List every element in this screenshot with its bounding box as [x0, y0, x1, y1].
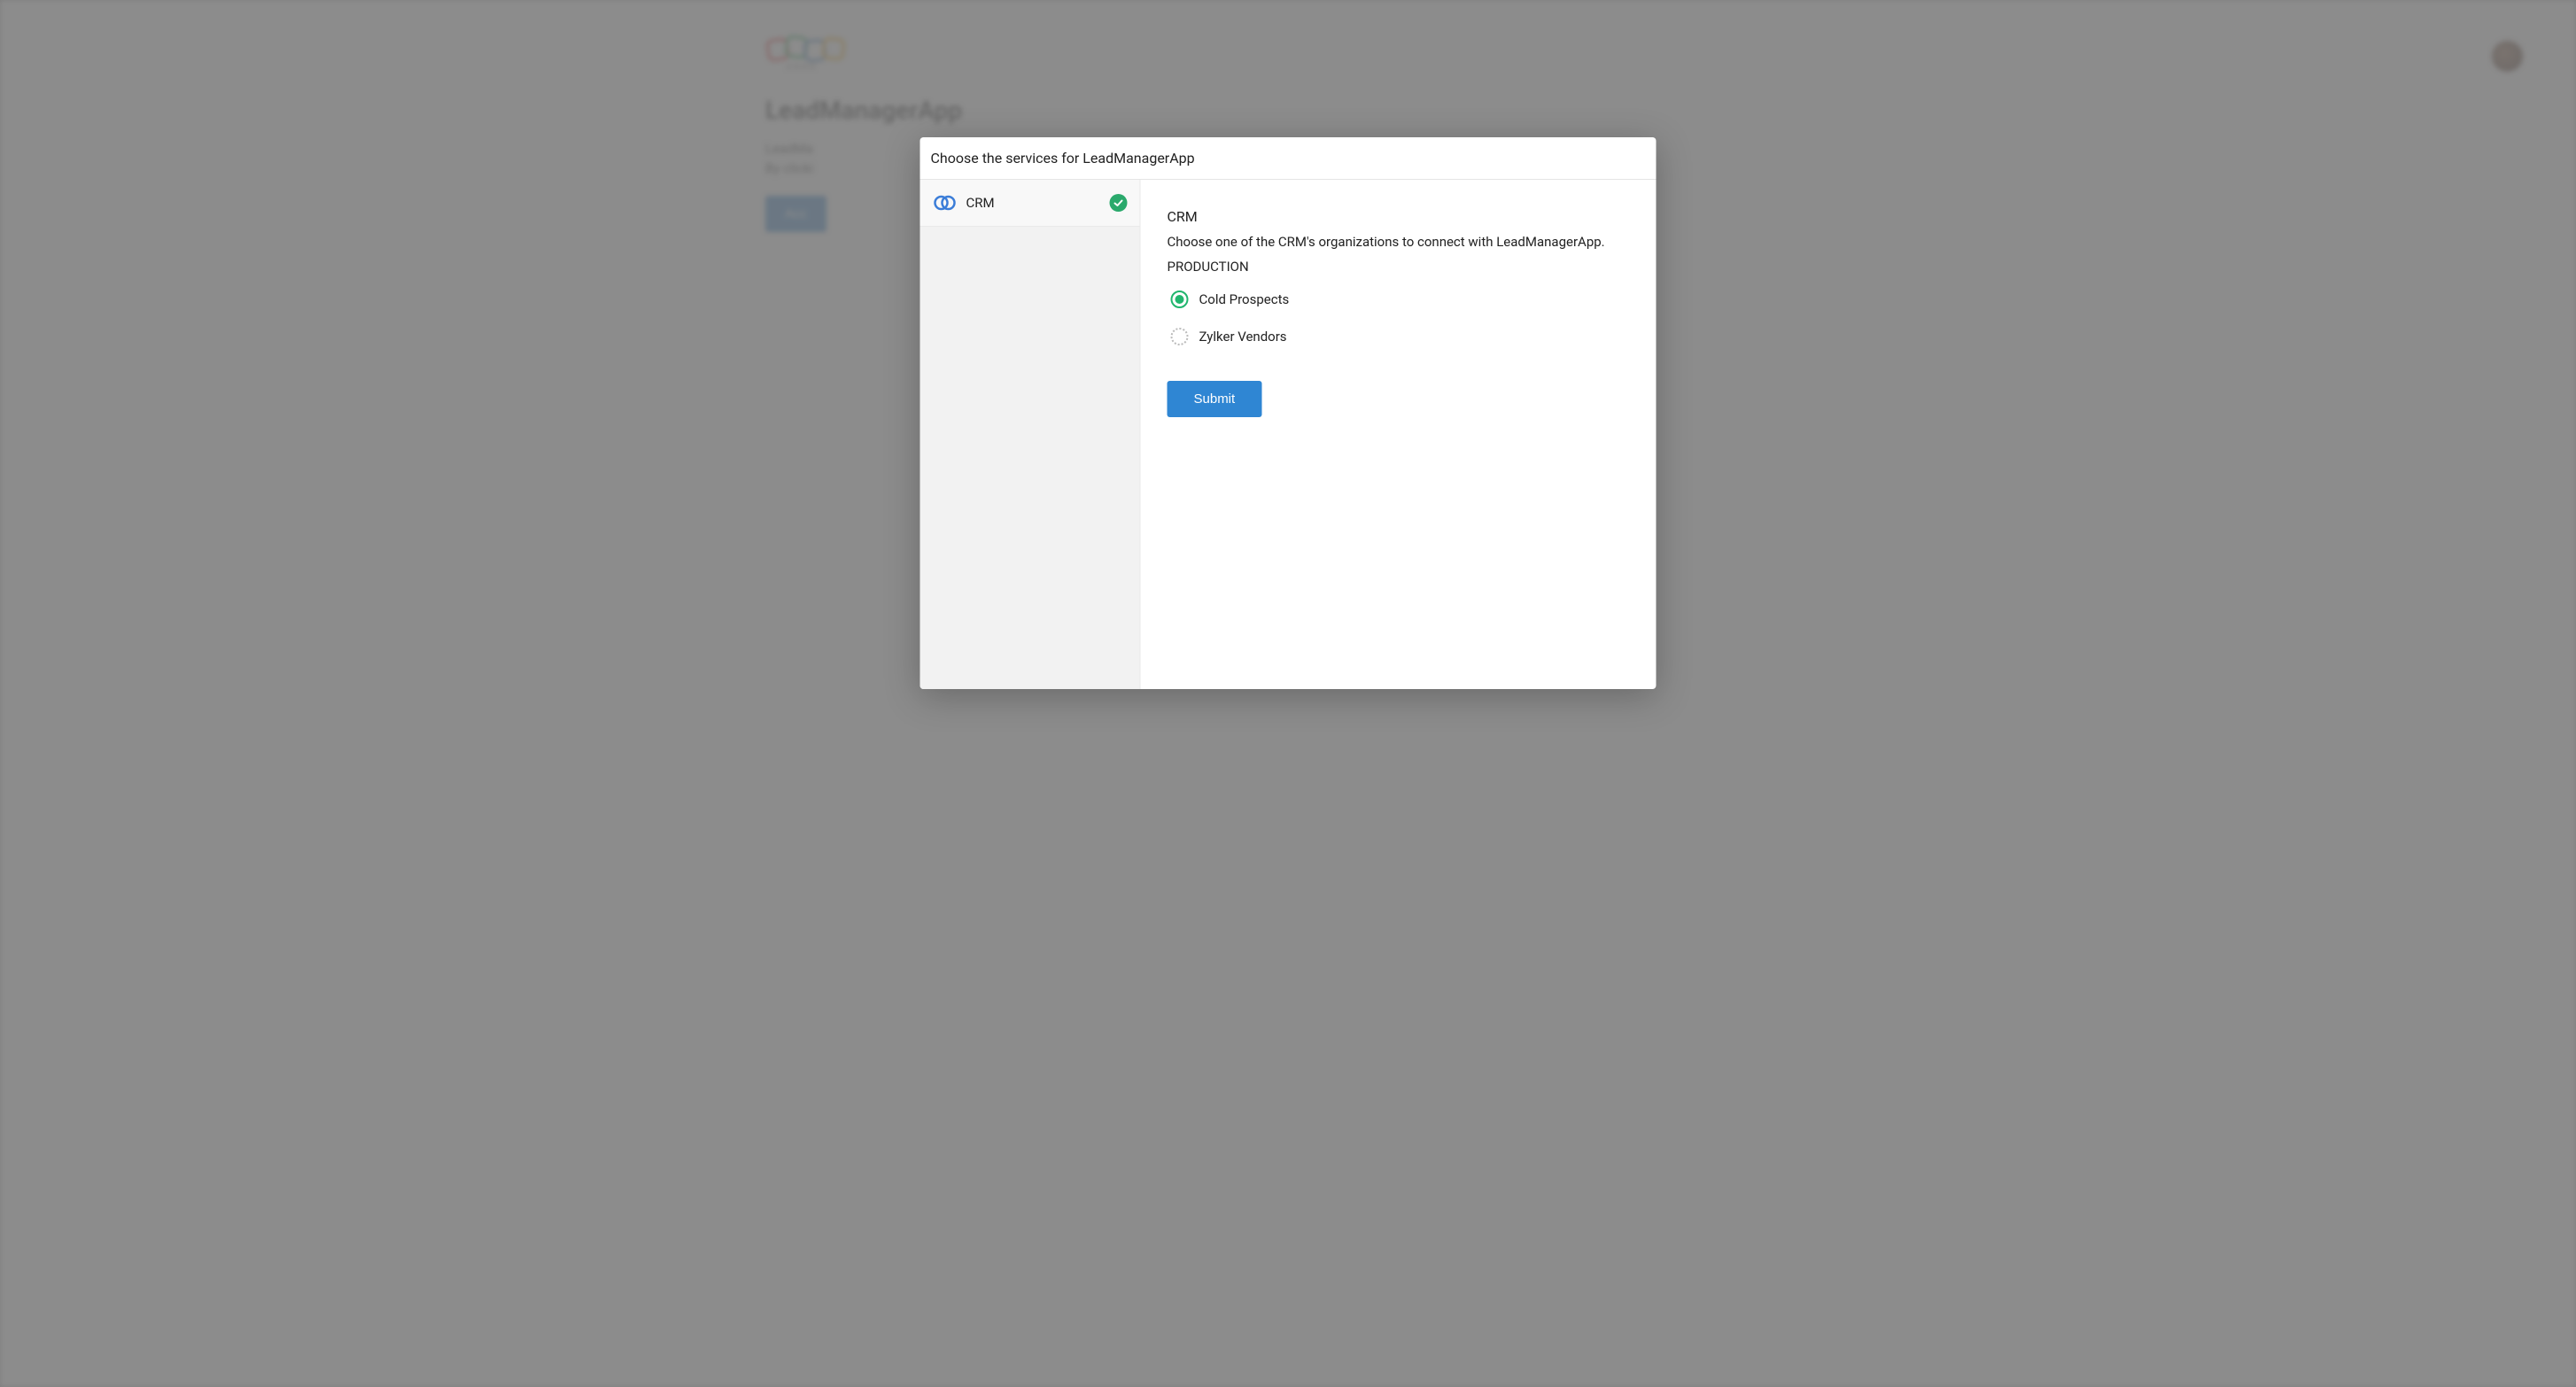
radio-option-zylker-vendors[interactable]: Zylker Vendors — [1171, 328, 1630, 345]
check-icon — [1110, 194, 1128, 212]
sidebar-item-label: CRM — [966, 195, 1110, 211]
service-chooser-modal: Choose the services for LeadManagerApp C… — [920, 137, 1657, 689]
modal-title: Choose the services for LeadManagerApp — [920, 137, 1657, 180]
radio-icon — [1171, 291, 1189, 308]
panel-title: CRM — [1168, 208, 1630, 225]
crm-icon — [933, 192, 958, 213]
panel-description: Choose one of the CRM's organizations to… — [1168, 234, 1630, 250]
radio-icon — [1171, 328, 1189, 345]
modal-sidebar: CRM — [920, 180, 1141, 689]
organization-radio-group: Cold Prospects Zylker Vendors — [1168, 291, 1630, 345]
submit-button[interactable]: Submit — [1168, 381, 1262, 417]
modal-main-panel: CRM Choose one of the CRM's organization… — [1141, 180, 1657, 689]
radio-label: Cold Prospects — [1199, 291, 1290, 307]
radio-option-cold-prospects[interactable]: Cold Prospects — [1171, 291, 1630, 308]
radio-label: Zylker Vendors — [1199, 329, 1287, 345]
section-label: PRODUCTION — [1168, 259, 1630, 275]
sidebar-item-crm[interactable]: CRM — [920, 180, 1140, 227]
